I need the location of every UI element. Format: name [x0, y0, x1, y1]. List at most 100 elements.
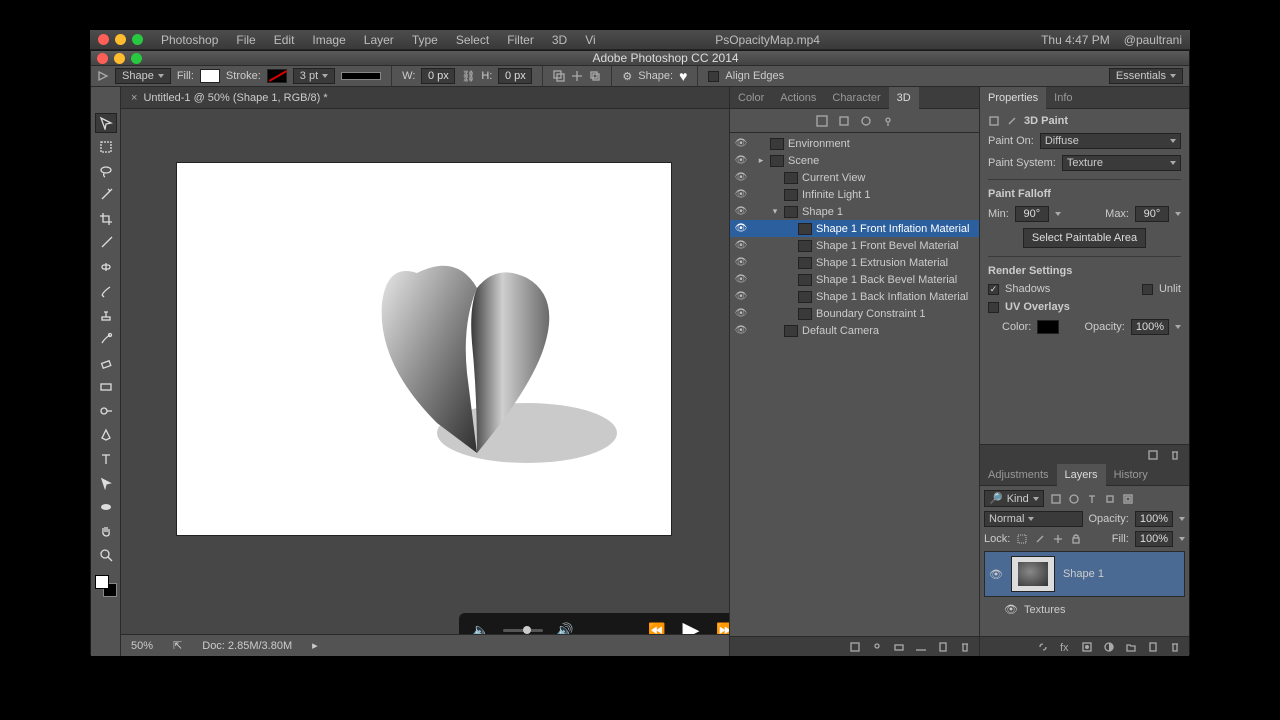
- tab-character[interactable]: Character: [824, 87, 888, 109]
- eyedropper-tool-icon[interactable]: [95, 233, 117, 253]
- menu-edit[interactable]: Edit: [274, 33, 295, 47]
- filter-light-icon[interactable]: [882, 115, 894, 127]
- tree-row[interactable]: 👁Shape 1 Extrusion Material: [730, 254, 979, 271]
- layer-name[interactable]: Shape 1: [1063, 568, 1104, 580]
- link-layers-icon[interactable]: [1037, 641, 1049, 653]
- eye-icon[interactable]: 👁: [734, 206, 748, 217]
- shape-mode-dropdown[interactable]: Shape: [115, 68, 171, 84]
- uv-overlays-checkbox[interactable]: [988, 302, 999, 313]
- render-icon[interactable]: [849, 641, 861, 653]
- tree-row[interactable]: 👁Current View: [730, 169, 979, 186]
- tree-row[interactable]: 👁Shape 1 Back Bevel Material: [730, 271, 979, 288]
- layer-thumbnail[interactable]: [1011, 556, 1055, 592]
- path-ops-icon[interactable]: [553, 70, 565, 82]
- min-field[interactable]: 90°: [1015, 206, 1049, 222]
- minimize-icon[interactable]: [115, 34, 126, 45]
- menu-view[interactable]: Vi: [585, 33, 595, 47]
- mask-icon[interactable]: [1081, 641, 1093, 653]
- layer-opacity-field[interactable]: 100%: [1135, 511, 1173, 527]
- new-icon[interactable]: [937, 641, 949, 653]
- zoom-icon[interactable]: [132, 34, 143, 45]
- tab-adjustments[interactable]: Adjustments: [980, 464, 1057, 486]
- workspace-dropdown[interactable]: Essentials: [1109, 68, 1183, 84]
- fill-swatch[interactable]: [200, 69, 220, 83]
- status-arrow-icon[interactable]: ▸: [312, 639, 318, 652]
- type-tool-icon[interactable]: [95, 449, 117, 469]
- delete-layer-icon[interactable]: [1169, 641, 1181, 653]
- filter-shape-icon[interactable]: [1104, 493, 1116, 505]
- eye-icon[interactable]: 👁: [734, 274, 748, 285]
- eye-icon[interactable]: 👁: [734, 325, 748, 336]
- max-stepper-icon[interactable]: [1175, 212, 1181, 216]
- stroke-swatch[interactable]: [267, 69, 287, 83]
- volume-slider[interactable]: [503, 629, 543, 632]
- lock-trans-icon[interactable]: [1016, 533, 1028, 545]
- volume-icon[interactable]: 🔊: [553, 622, 577, 635]
- gradient-tool-icon[interactable]: [95, 377, 117, 397]
- menu-select[interactable]: Select: [456, 33, 489, 47]
- min-stepper-icon[interactable]: [1055, 212, 1061, 216]
- ground-icon[interactable]: [915, 641, 927, 653]
- zoom-level[interactable]: 50%: [131, 640, 153, 652]
- opacity-stepper-icon[interactable]: [1175, 325, 1181, 329]
- arrange-icon[interactable]: [589, 70, 601, 82]
- tree-row[interactable]: 👁▸Scene: [730, 152, 979, 169]
- wand-tool-icon[interactable]: [95, 185, 117, 205]
- tab-history[interactable]: History: [1106, 464, 1156, 486]
- lock-paint-icon[interactable]: [1034, 533, 1046, 545]
- shape-preset-heart-icon[interactable]: ♥: [679, 68, 687, 84]
- camera-icon[interactable]: [893, 641, 905, 653]
- lock-all-icon[interactable]: [1070, 533, 1082, 545]
- fill-chev-icon[interactable]: [1179, 537, 1185, 541]
- tab-close-icon[interactable]: ×: [131, 92, 137, 104]
- lasso-tool-icon[interactable]: [95, 161, 117, 181]
- layer-fill-field[interactable]: 100%: [1135, 531, 1173, 547]
- eye-icon[interactable]: 👁: [989, 568, 1003, 581]
- uv-color-swatch[interactable]: [1037, 320, 1059, 334]
- tree-row[interactable]: 👁Infinite Light 1: [730, 186, 979, 203]
- group-icon[interactable]: [1125, 641, 1137, 653]
- eye-icon[interactable]: 👁: [734, 223, 748, 234]
- tree-row[interactable]: 👁Shape 1 Front Bevel Material: [730, 237, 979, 254]
- align-edges-checkbox[interactable]: [708, 71, 719, 82]
- trash-icon[interactable]: [1169, 449, 1181, 461]
- eraser-tool-icon[interactable]: [95, 353, 117, 373]
- rewind-button[interactable]: ⏪: [645, 622, 669, 635]
- gear-icon[interactable]: ⚙: [622, 70, 632, 83]
- shape-tool-icon[interactable]: [95, 497, 117, 517]
- eye-icon[interactable]: 👁: [734, 240, 748, 251]
- stroke-style-dropdown[interactable]: [341, 72, 381, 80]
- menu-type[interactable]: Type: [412, 33, 438, 47]
- tool-preset-icon[interactable]: [97, 70, 109, 82]
- filter-type-icon[interactable]: [1086, 493, 1098, 505]
- select-paintable-area-button[interactable]: Select Paintable Area: [1023, 228, 1146, 248]
- tree-row[interactable]: 👁Environment: [730, 135, 979, 152]
- menu-app[interactable]: Photoshop: [161, 33, 218, 47]
- paint-on-dropdown[interactable]: Diffuse: [1040, 133, 1181, 149]
- fastforward-button[interactable]: ⏩: [713, 622, 729, 635]
- paint-system-dropdown[interactable]: Texture: [1062, 155, 1181, 171]
- align-icon[interactable]: [571, 70, 583, 82]
- filter-pixel-icon[interactable]: [1050, 493, 1062, 505]
- tab-color[interactable]: Color: [730, 87, 772, 109]
- path-select-tool-icon[interactable]: [95, 473, 117, 493]
- menu-3d[interactable]: 3D: [552, 33, 567, 47]
- play-button[interactable]: ▶: [679, 617, 703, 634]
- eye-icon[interactable]: 👁: [734, 172, 748, 183]
- hand-tool-icon[interactable]: [95, 521, 117, 541]
- filter-material-icon[interactable]: [860, 115, 872, 127]
- eye-icon[interactable]: 👁: [734, 257, 748, 268]
- layer-item[interactable]: 👁 Shape 1: [984, 551, 1185, 597]
- link-wh-icon[interactable]: ⛓: [461, 70, 475, 83]
- eye-icon[interactable]: 👁: [1004, 603, 1018, 616]
- eye-icon[interactable]: 👁: [734, 291, 748, 302]
- pen-tool-icon[interactable]: [95, 425, 117, 445]
- tree-row[interactable]: 👁Default Camera: [730, 322, 979, 339]
- canvas[interactable]: [177, 163, 671, 535]
- eye-icon[interactable]: 👁: [734, 138, 748, 149]
- tab-info[interactable]: Info: [1046, 87, 1080, 109]
- disclosure-icon[interactable]: ▸: [756, 155, 766, 166]
- healing-tool-icon[interactable]: [95, 257, 117, 277]
- max-field[interactable]: 90°: [1135, 206, 1169, 222]
- adjustment-icon[interactable]: [1103, 641, 1115, 653]
